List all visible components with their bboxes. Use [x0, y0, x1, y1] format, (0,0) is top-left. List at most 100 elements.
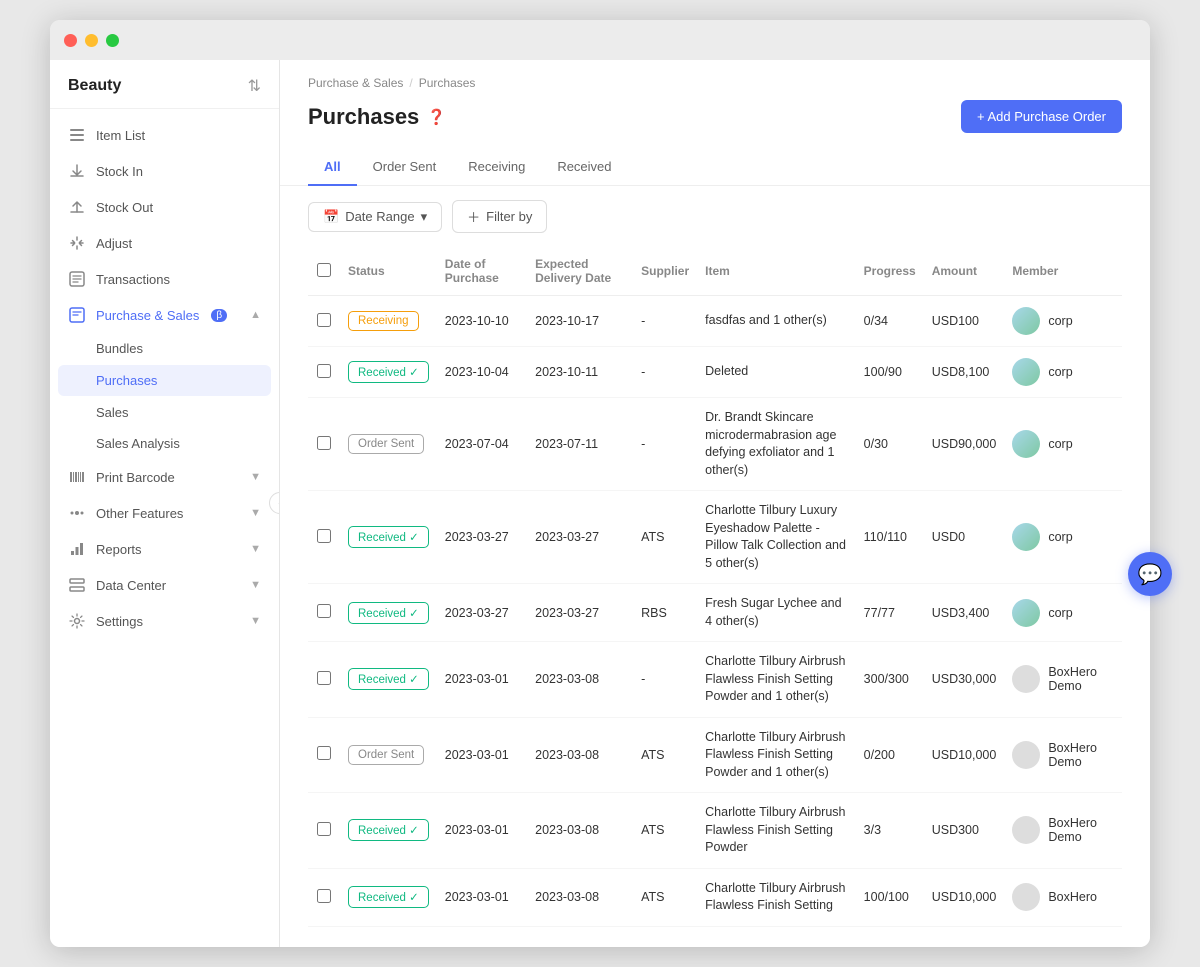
- row-amount: USD10,000: [924, 868, 1005, 926]
- row-expected-delivery: 2023-03-27: [527, 491, 633, 584]
- close-button[interactable]: [64, 34, 77, 47]
- table-row[interactable]: Received ✓2023-10-042023-10-11-Deleted10…: [308, 347, 1122, 398]
- row-checkbox[interactable]: [317, 529, 331, 543]
- row-checkbox-cell[interactable]: [308, 398, 340, 491]
- sidebar-subitem-purchases[interactable]: Purchases: [58, 365, 271, 396]
- row-checkbox[interactable]: [317, 671, 331, 685]
- tab-receiving[interactable]: Receiving: [452, 149, 541, 186]
- status-badge: Order Sent: [348, 745, 424, 765]
- adjust-icon: [68, 234, 86, 252]
- sidebar-subitem-label: Purchases: [96, 373, 157, 388]
- table-row[interactable]: Received ✓2023-03-272023-03-27ATSCharlot…: [308, 491, 1122, 584]
- sidebar-subitem-sales-analysis[interactable]: Sales Analysis: [50, 428, 279, 459]
- minimize-button[interactable]: [85, 34, 98, 47]
- row-checkbox-cell[interactable]: [308, 868, 340, 926]
- sidebar-item-data-center[interactable]: Data Center ▼: [50, 567, 279, 603]
- sidebar-item-stock-in[interactable]: Stock In: [50, 153, 279, 189]
- row-checkbox[interactable]: [317, 313, 331, 327]
- app-window: ‹ Beauty ⇅ Item List: [50, 20, 1150, 947]
- tab-order-sent[interactable]: Order Sent: [357, 149, 453, 186]
- table-row[interactable]: Received ✓2023-03-012023-03-08-Charlotte…: [308, 642, 1122, 718]
- table-body: Receiving2023-10-102023-10-17-fasdfas an…: [308, 296, 1122, 927]
- member-name: BoxHero Demo: [1048, 665, 1114, 693]
- page-header: Purchases ❓ + Add Purchase Order: [280, 94, 1150, 149]
- row-checkbox[interactable]: [317, 822, 331, 836]
- row-checkbox[interactable]: [317, 889, 331, 903]
- member-name: BoxHero Demo: [1048, 741, 1114, 769]
- avatar: [1012, 523, 1040, 551]
- reports-icon: [68, 540, 86, 558]
- row-checkbox-cell[interactable]: [308, 296, 340, 347]
- date-range-button[interactable]: 📅 Date Range ▾: [308, 202, 442, 232]
- row-expected-delivery: 2023-03-27: [527, 584, 633, 642]
- sidebar-subitem-label: Bundles: [96, 341, 143, 356]
- row-amount: USD300: [924, 793, 1005, 869]
- row-date-purchase: 2023-10-04: [437, 347, 527, 398]
- row-member: corp: [1004, 296, 1122, 347]
- sidebar-item-label: Print Barcode: [96, 470, 175, 485]
- chevron-down-icon: ▼: [250, 507, 261, 519]
- sidebar-item-label: Adjust: [96, 236, 132, 251]
- sidebar-subitem-sales[interactable]: Sales: [50, 397, 279, 428]
- add-purchase-order-button[interactable]: + Add Purchase Order: [961, 100, 1122, 133]
- help-icon[interactable]: ❓: [427, 108, 446, 126]
- sidebar-item-reports[interactable]: Reports ▼: [50, 531, 279, 567]
- sidebar-sort-icon[interactable]: ⇅: [248, 76, 261, 96]
- row-amount: USD90,000: [924, 398, 1005, 491]
- row-status: Received ✓: [340, 491, 437, 584]
- filter-by-button[interactable]: ＋ Filter by: [452, 200, 547, 233]
- table-header: Status Date of Purchase Expected Deliver…: [308, 247, 1122, 296]
- row-checkbox[interactable]: [317, 436, 331, 450]
- table-row[interactable]: Order Sent2023-07-042023-07-11-Dr. Brand…: [308, 398, 1122, 491]
- row-checkbox[interactable]: [317, 746, 331, 760]
- maximize-button[interactable]: [106, 34, 119, 47]
- sidebar-item-settings[interactable]: Settings ▼: [50, 603, 279, 639]
- select-all-header[interactable]: [308, 247, 340, 296]
- row-checkbox-cell[interactable]: [308, 793, 340, 869]
- col-expected-delivery: Expected Delivery Date: [527, 247, 633, 296]
- row-date-purchase: 2023-03-01: [437, 868, 527, 926]
- sidebar-item-other-features[interactable]: Other Features ▼: [50, 495, 279, 531]
- row-checkbox-cell[interactable]: [308, 347, 340, 398]
- row-status: Received ✓: [340, 584, 437, 642]
- sidebar-item-print-barcode[interactable]: Print Barcode ▼: [50, 459, 279, 495]
- row-member: corp: [1004, 347, 1122, 398]
- table-row[interactable]: Order Sent2023-03-012023-03-08ATSCharlot…: [308, 717, 1122, 793]
- table-row[interactable]: Received ✓2023-03-272023-03-27RBSFresh S…: [308, 584, 1122, 642]
- row-progress: 0/200: [856, 717, 924, 793]
- app-body: ‹ Beauty ⇅ Item List: [50, 60, 1150, 947]
- avatar: [1012, 665, 1040, 693]
- row-amount: USD30,000: [924, 642, 1005, 718]
- row-checkbox-cell[interactable]: [308, 491, 340, 584]
- tab-received[interactable]: Received: [541, 149, 627, 186]
- table-row[interactable]: Received ✓2023-03-012023-03-08ATSCharlot…: [308, 868, 1122, 926]
- avatar: [1012, 816, 1040, 844]
- row-expected-delivery: 2023-03-08: [527, 868, 633, 926]
- sidebar-item-transactions[interactable]: Transactions: [50, 261, 279, 297]
- row-member: BoxHero: [1004, 868, 1122, 926]
- table-row[interactable]: Received ✓2023-03-012023-03-08ATSCharlot…: [308, 793, 1122, 869]
- sidebar-subitem-bundles[interactable]: Bundles: [50, 333, 279, 364]
- col-member: Member: [1004, 247, 1122, 296]
- tab-all[interactable]: All: [308, 149, 357, 186]
- filter-icon: ＋: [467, 207, 480, 226]
- row-checkbox-cell[interactable]: [308, 642, 340, 718]
- main-content: Purchase & Sales / Purchases Purchases ❓…: [280, 60, 1150, 947]
- row-checkbox[interactable]: [317, 604, 331, 618]
- member-name: BoxHero Demo: [1048, 816, 1114, 844]
- row-checkbox-cell[interactable]: [308, 584, 340, 642]
- sidebar-item-stock-out[interactable]: Stock Out: [50, 189, 279, 225]
- sidebar-item-adjust[interactable]: Adjust: [50, 225, 279, 261]
- sidebar-item-label: Data Center: [96, 578, 166, 593]
- sidebar-item-item-list[interactable]: Item List: [50, 117, 279, 153]
- breadcrumb: Purchase & Sales / Purchases: [280, 60, 1150, 94]
- status-badge: Received ✓: [348, 886, 429, 908]
- breadcrumb-parent[interactable]: Purchase & Sales: [308, 76, 403, 90]
- purchases-table: Status Date of Purchase Expected Deliver…: [308, 247, 1122, 927]
- table-row[interactable]: Receiving2023-10-102023-10-17-fasdfas an…: [308, 296, 1122, 347]
- row-checkbox[interactable]: [317, 364, 331, 378]
- select-all-checkbox[interactable]: [317, 263, 331, 277]
- sidebar-item-purchase-sales[interactable]: Purchase & Sales β ▲: [50, 297, 279, 333]
- row-checkbox-cell[interactable]: [308, 717, 340, 793]
- chat-button[interactable]: 💬: [1128, 552, 1172, 596]
